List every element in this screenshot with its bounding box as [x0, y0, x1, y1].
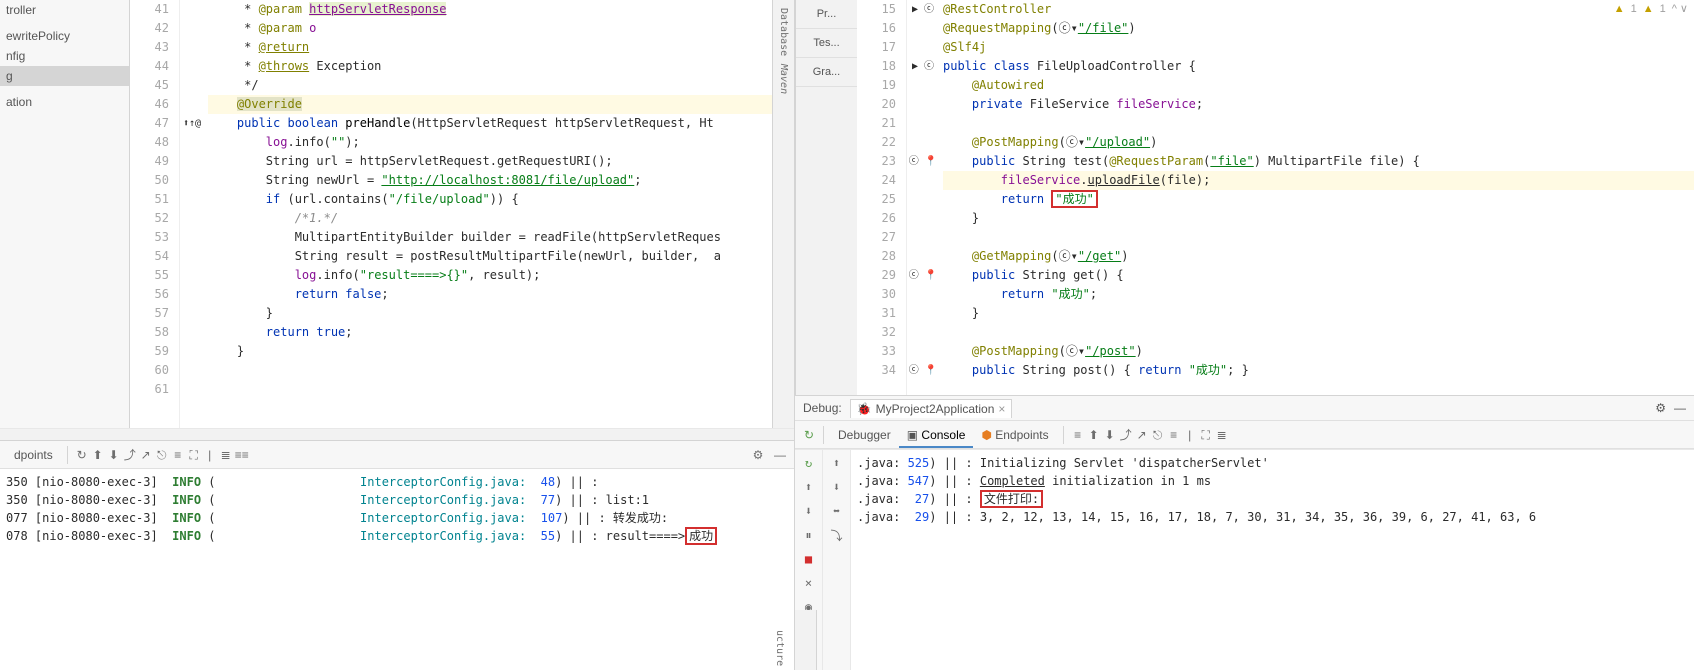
nav-item[interactable]: ewritePolicy: [0, 26, 129, 46]
toolbar-icon[interactable]: ⛶: [186, 447, 202, 463]
project-nav-sidebar[interactable]: troller ewritePolicynfigg ation: [0, 0, 130, 428]
debug-action-icon[interactable]: ⬇: [828, 478, 846, 496]
debug-action-icon[interactable]: ⤵: [828, 526, 846, 544]
log-line: .java: 525) || : Initializing Servlet 'd…: [857, 454, 1688, 472]
left-bottom-panel: dpoints ↻⬆⬇⤴↗⎋≡⛶|≣≡≡ ⚙ — 350 [nio-8080-e…: [0, 440, 794, 670]
left-gutter-marks: ⬆↑@: [180, 0, 204, 428]
warning-count-1: 1: [1631, 3, 1637, 15]
debug-action-icon[interactable]: ⬌: [828, 502, 846, 520]
vert-tab-gradle[interactable]: Gra...: [796, 58, 857, 87]
nav-chevrons[interactable]: ^ ∨: [1672, 2, 1688, 15]
debug-action-icon[interactable]: ↻: [800, 454, 818, 472]
rerun-icon[interactable]: ↻: [801, 427, 817, 443]
debug-toolbar-icon[interactable]: ≡: [1166, 427, 1182, 443]
left-console-output[interactable]: 350 [nio-8080-exec-3] INFO ( Interceptor…: [0, 469, 794, 670]
toolbar-icon[interactable]: ↻: [74, 447, 90, 463]
side-tab-maven[interactable]: Maven: [778, 60, 789, 98]
toolbar-icon[interactable]: ↗: [138, 447, 154, 463]
debug-tab-endpoints[interactable]: ⬢ Endpoints: [973, 424, 1056, 446]
debug-toolbar-icon[interactable]: ⬆: [1086, 427, 1102, 443]
debug-action-icon[interactable]: ⬆: [828, 454, 846, 472]
toolbar-icon[interactable]: ≣: [218, 447, 234, 463]
log-line: .java: 29) || : 3, 2, 12, 13, 14, 15, 16…: [857, 508, 1688, 526]
debug-toolbar-icon[interactable]: ≡: [1070, 427, 1086, 443]
debug-toolbar-icon[interactable]: ⛶: [1198, 427, 1214, 443]
debug-actions-left2: ⬆ ⬇ ⬌ ⤵: [823, 450, 851, 670]
left-console-toolbar: dpoints ↻⬆⬇⤴↗⎋≡⛶|≣≡≡ ⚙ —: [0, 441, 794, 469]
inspection-badges[interactable]: ▲ 1 ▲ 1 ^ ∨: [1614, 2, 1688, 15]
debug-action-icon[interactable]: ⨯: [800, 574, 818, 592]
run-config-tab[interactable]: 🐞 MyProject2Application ×: [850, 399, 1013, 418]
warning-icon[interactable]: ▲: [1643, 3, 1654, 15]
left-editor[interactable]: 4142434445464748495051525354555657585960…: [130, 0, 772, 428]
debug-toolbar-icon[interactable]: ⬇: [1102, 427, 1118, 443]
right-gutter-marks: ▶ ⓒ▶ ⓒⓒ 📍ⓒ 📍ⓒ 📍: [907, 0, 939, 395]
right-gutter: 1516171819202122232425262728293031323334: [857, 0, 907, 395]
close-icon[interactable]: ×: [998, 402, 1005, 416]
log-line: .java: 27) || : 文件打印:: [857, 490, 1688, 508]
debug-action-icon[interactable]: ⬇: [800, 502, 818, 520]
debug-action-icon[interactable]: ■: [800, 550, 818, 568]
debug-toolbar-icon[interactable]: |: [1182, 427, 1198, 443]
debug-header: Debug: 🐞 MyProject2Application × ⚙ —: [795, 395, 1694, 421]
run-config-name: MyProject2Application: [876, 402, 995, 416]
right-editor[interactable]: 1516171819202122232425262728293031323334…: [857, 0, 1694, 395]
nav-item[interactable]: ation: [0, 92, 129, 112]
left-side-tool-strip[interactable]: Database Maven: [772, 0, 794, 428]
warning-count-2: 1: [1660, 3, 1666, 15]
debug-label: Debug:: [803, 401, 842, 415]
nav-item[interactable]: nfig: [0, 46, 129, 66]
log-line: 078 [nio-8080-exec-3] INFO ( Interceptor…: [6, 527, 788, 545]
debug-action-icon[interactable]: ⬆: [800, 478, 818, 496]
right-code-area[interactable]: @RestController@RequestMapping(ⓒ▾"/file"…: [939, 0, 1694, 395]
gear-icon[interactable]: ⚙: [750, 447, 766, 463]
debug-action-icon[interactable]: ⏸: [800, 526, 818, 544]
minimize-icon[interactable]: —: [772, 447, 788, 463]
debug-toolbar-icon[interactable]: ≣: [1214, 427, 1230, 443]
endpoints-tab[interactable]: dpoints: [6, 444, 61, 466]
log-line: .java: 547) || : Completed initializatio…: [857, 472, 1688, 490]
gear-icon[interactable]: ⚙: [1655, 401, 1666, 415]
log-line: 350 [nio-8080-exec-3] INFO ( Interceptor…: [6, 473, 788, 491]
left-code-area[interactable]: * @param httpServletResponse * @param o …: [204, 0, 772, 428]
log-line: 350 [nio-8080-exec-3] INFO ( Interceptor…: [6, 491, 788, 509]
left-editor-hscroll[interactable]: [0, 428, 794, 440]
nav-item[interactable]: g: [0, 66, 129, 86]
warning-icon[interactable]: ▲: [1614, 3, 1625, 15]
toolbar-icon[interactable]: ⎋: [154, 447, 170, 463]
toolbar-icon[interactable]: ⬇: [106, 447, 122, 463]
toolbar-icon[interactable]: ≡≡: [234, 447, 250, 463]
debug-tab-debugger[interactable]: Debugger: [830, 424, 899, 446]
structure-side-tab[interactable]: ucture: [774, 630, 785, 666]
debug-toolbar-icon[interactable]: ↗: [1134, 427, 1150, 443]
left-gutter: 4142434445464748495051525354555657585960…: [130, 0, 180, 428]
log-line: 077 [nio-8080-exec-3] INFO ( Interceptor…: [6, 509, 788, 527]
nav-item[interactable]: troller: [0, 0, 129, 20]
toolbar-icon[interactable]: ≡: [170, 447, 186, 463]
side-tab-database[interactable]: Database: [778, 4, 789, 60]
debug-tab-console[interactable]: ▣ Console: [899, 424, 974, 448]
vert-tab-project[interactable]: Pr...: [796, 0, 857, 29]
debug-toolbar-icon[interactable]: ⤴: [1118, 426, 1134, 442]
bug-icon: 🐞: [857, 402, 872, 416]
toolbar-icon[interactable]: ⬆: [90, 447, 106, 463]
toolbar-icon[interactable]: ⤴: [122, 446, 138, 462]
right-tool-tabs: Pr... Tes... Gra...: [795, 0, 857, 395]
vert-tab-tests[interactable]: Tes...: [796, 29, 857, 58]
minimize-icon[interactable]: —: [1674, 401, 1686, 415]
toolbar-icon[interactable]: |: [202, 447, 218, 463]
debug-toolbar-icon[interactable]: ⎋: [1150, 427, 1166, 443]
right-console-output[interactable]: .java: 525) || : Initializing Servlet 'd…: [851, 450, 1694, 670]
debug-toolbar: ↻ Debugger▣ Console⬢ Endpoints ≡⬆⬇⤴↗⎋≡|⛶…: [795, 421, 1694, 449]
